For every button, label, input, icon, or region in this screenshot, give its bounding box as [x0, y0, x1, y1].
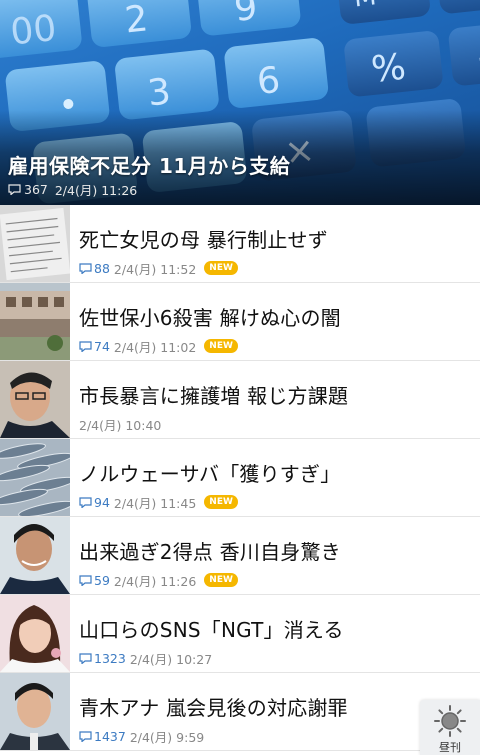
comment-count: 94 [79, 495, 110, 510]
comment-count: 1437 [79, 729, 126, 744]
news-list: 死亡女児の母 暴行制止せず 88 2/4(月) 11:52 NEW 佐世保小6殺… [0, 205, 480, 751]
svg-text:9: 9 [232, 0, 259, 30]
new-badge: NEW [204, 339, 238, 353]
article-thumbnail [0, 517, 70, 594]
hero-meta: 367 2/4(月) 11:26 [8, 180, 137, 199]
comment-icon [79, 262, 92, 274]
list-item[interactable]: ノルウェーサバ「獲りすぎ」 94 2/4(月) 11:45 NEW [0, 439, 480, 517]
article-title: 佐世保小6殺害 解けぬ心の闇 [79, 306, 341, 330]
comment-count-value: 94 [94, 494, 110, 510]
article-title: 出来過ぎ2得点 香川自身驚き [79, 540, 341, 564]
article-timestamp: 2/4(月) 11:02 [113, 339, 197, 355]
edition-label: 昼刊 [439, 741, 461, 754]
hero-timestamp: 2/4(月) 11:26 [54, 183, 138, 198]
article-timestamp: 2/4(月) 11:45 [113, 495, 197, 511]
article-title: 山口らのSNS「NGT」消える [79, 618, 344, 642]
svg-text:2: 2 [123, 0, 150, 41]
comment-count: 88 [79, 261, 110, 276]
list-item[interactable]: 青木アナ 嵐会見後の対応謝罪 1437 2/4(月) 9:59 [0, 673, 480, 751]
new-badge: NEW [204, 573, 238, 587]
hero-headline: 雇用保険不足分 11月から支給 [8, 154, 291, 178]
article-thumbnail [0, 595, 70, 672]
comment-icon [79, 340, 92, 352]
list-item[interactable]: 佐世保小6殺害 解けぬ心の闇 74 2/4(月) 11:02 NEW [0, 283, 480, 361]
article-meta: 94 2/4(月) 11:45 NEW [79, 494, 480, 511]
comment-icon [79, 574, 92, 586]
article-thumbnail [0, 361, 70, 438]
comment-count-value: 88 [94, 260, 110, 276]
article-thumbnail [0, 439, 70, 516]
article-thumbnail [0, 673, 70, 750]
article-timestamp: 2/4(月) 9:59 [129, 729, 205, 745]
hero-comment-count: 367 [24, 182, 48, 197]
article-meta: 59 2/4(月) 11:26 NEW [79, 572, 480, 589]
comment-count: 1323 [79, 651, 126, 666]
article-thumbnail [0, 283, 70, 360]
comment-count-value: 74 [94, 338, 110, 354]
new-badge: NEW [204, 495, 238, 509]
article-timestamp: 2/4(月) 11:52 [113, 261, 197, 277]
article-title: ノルウェーサバ「獲りすぎ」 [79, 462, 341, 486]
article-title: 市長暴言に擁護増 報じ方課題 [79, 384, 349, 408]
article-timestamp: 2/4(月) 11:26 [113, 573, 197, 589]
comment-icon [79, 730, 92, 742]
article-title: 死亡女児の母 暴行制止せず [79, 228, 328, 252]
article-meta: 1323 2/4(月) 10:27 [79, 650, 480, 667]
list-item[interactable]: 出来過ぎ2得点 香川自身驚き 59 2/4(月) 11:26 NEW [0, 517, 480, 595]
svg-text:6: 6 [255, 60, 282, 103]
list-item[interactable]: 山口らのSNS「NGT」消える 1323 2/4(月) 10:27 [0, 595, 480, 673]
edition-button[interactable]: 昼刊 [420, 700, 480, 755]
comment-count-value: 1323 [94, 650, 126, 666]
sun-icon [434, 705, 466, 737]
comment-icon [79, 496, 92, 508]
comment-count-value: 1437 [94, 728, 126, 744]
comment-icon [79, 652, 92, 664]
article-timestamp: 2/4(月) 10:27 [129, 651, 213, 667]
comment-count-value: 59 [94, 572, 110, 588]
new-badge: NEW [204, 261, 238, 275]
svg-text:3: 3 [146, 71, 173, 114]
hero-article[interactable]: 00 2 9 M− M+ 3 6 % ÷ × 雇用保険不足分 11月から支給 3… [0, 0, 480, 205]
svg-text:%: % [369, 47, 407, 91]
article-meta: 88 2/4(月) 11:52 NEW [79, 260, 480, 277]
comment-icon [8, 184, 21, 195]
article-meta: 2/4(月) 10:40 [79, 416, 480, 433]
article-meta: 74 2/4(月) 11:02 NEW [79, 338, 480, 355]
list-item[interactable]: 市長暴言に擁護増 報じ方課題 2/4(月) 10:40 [0, 361, 480, 439]
article-timestamp: 2/4(月) 10:40 [79, 417, 162, 433]
comment-count: 59 [79, 573, 110, 588]
article-thumbnail [0, 205, 70, 282]
list-item[interactable]: 死亡女児の母 暴行制止せず 88 2/4(月) 11:52 NEW [0, 205, 480, 283]
svg-text:00: 00 [9, 8, 59, 54]
comment-count: 74 [79, 339, 110, 354]
